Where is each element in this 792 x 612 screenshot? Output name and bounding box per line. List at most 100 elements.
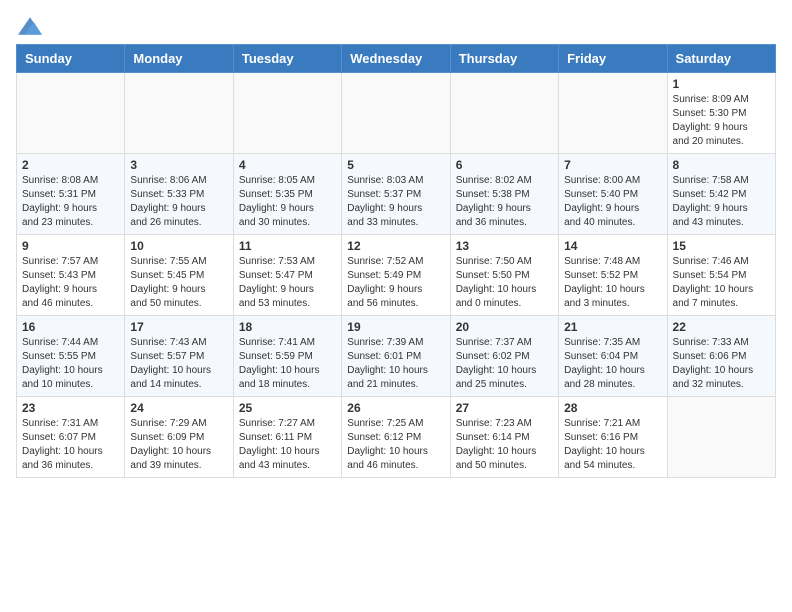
day-number: 9 xyxy=(22,239,119,253)
weekday-header: Friday xyxy=(559,45,667,73)
day-number: 6 xyxy=(456,158,553,172)
calendar-day-cell xyxy=(667,397,775,478)
calendar-day-cell: 11 Sunrise: 7:53 AM Sunset: 5:47 PM Dayli… xyxy=(233,235,341,316)
calendar-day-cell xyxy=(450,73,558,154)
day-number: 23 xyxy=(22,401,119,415)
day-number: 24 xyxy=(130,401,227,415)
day-number: 10 xyxy=(130,239,227,253)
calendar-day-cell xyxy=(233,73,341,154)
calendar-day-cell: 25 Sunrise: 7:27 AM Sunset: 6:11 PM Dayli… xyxy=(233,397,341,478)
day-number: 26 xyxy=(347,401,444,415)
day-info: Sunrise: 7:29 AM Sunset: 6:09 PM Dayligh… xyxy=(130,417,227,473)
calendar-day-cell: 1Sunrise: 8:09 AM Sunset: 5:30 PM Daylig… xyxy=(667,73,775,154)
weekday-header: Sunday xyxy=(17,45,125,73)
calendar-day-cell: 7 Sunrise: 8:00 AM Sunset: 5:40 PM Daylig… xyxy=(559,154,667,235)
page-header xyxy=(16,16,776,36)
day-info: Sunrise: 7:31 AM Sunset: 6:07 PM Dayligh… xyxy=(22,417,119,473)
day-info: Sunrise: 7:27 AM Sunset: 6:11 PM Dayligh… xyxy=(239,417,336,473)
calendar-day-cell: 14 Sunrise: 7:48 AM Sunset: 5:52 PM Dayli… xyxy=(559,235,667,316)
day-info: Sunrise: 7:52 AM Sunset: 5:49 PM Dayligh… xyxy=(347,255,444,311)
day-info: Sunrise: 7:58 AM Sunset: 5:42 PM Dayligh… xyxy=(673,174,770,230)
calendar-day-cell: 22 Sunrise: 7:33 AM Sunset: 6:06 PM Dayli… xyxy=(667,316,775,397)
day-number: 14 xyxy=(564,239,661,253)
day-info: Sunrise: 7:43 AM Sunset: 5:57 PM Dayligh… xyxy=(130,336,227,392)
logo xyxy=(16,16,42,36)
day-number: 12 xyxy=(347,239,444,253)
day-info: Sunrise: 7:21 AM Sunset: 6:16 PM Dayligh… xyxy=(564,417,661,473)
calendar-day-cell: 16Sunrise: 7:44 AM Sunset: 5:55 PM Dayli… xyxy=(17,316,125,397)
day-info: Sunrise: 7:44 AM Sunset: 5:55 PM Dayligh… xyxy=(22,336,119,392)
calendar-header-row: SundayMondayTuesdayWednesdayThursdayFrid… xyxy=(17,45,776,73)
weekday-header: Saturday xyxy=(667,45,775,73)
day-info: Sunrise: 7:33 AM Sunset: 6:06 PM Dayligh… xyxy=(673,336,770,392)
day-number: 13 xyxy=(456,239,553,253)
calendar-day-cell: 9 Sunrise: 7:57 AM Sunset: 5:43 PM Daylig… xyxy=(17,235,125,316)
day-number: 7 xyxy=(564,158,661,172)
calendar-day-cell xyxy=(559,73,667,154)
day-info: Sunrise: 7:57 AM Sunset: 5:43 PM Dayligh… xyxy=(22,255,119,311)
day-info: Sunrise: 7:23 AM Sunset: 6:14 PM Dayligh… xyxy=(456,417,553,473)
day-number: 20 xyxy=(456,320,553,334)
calendar-day-cell: 26 Sunrise: 7:25 AM Sunset: 6:12 PM Dayli… xyxy=(342,397,450,478)
day-number: 2 xyxy=(22,158,119,172)
day-number: 5 xyxy=(347,158,444,172)
day-info: Sunrise: 8:03 AM Sunset: 5:37 PM Dayligh… xyxy=(347,174,444,230)
calendar-week-row: 2 Sunrise: 8:08 AM Sunset: 5:31 PM Daylig… xyxy=(17,154,776,235)
calendar-day-cell: 4 Sunrise: 8:05 AM Sunset: 5:35 PM Daylig… xyxy=(233,154,341,235)
day-number: 4 xyxy=(239,158,336,172)
day-number: 18 xyxy=(239,320,336,334)
day-info: Sunrise: 8:00 AM Sunset: 5:40 PM Dayligh… xyxy=(564,174,661,230)
day-number: 3 xyxy=(130,158,227,172)
weekday-header: Thursday xyxy=(450,45,558,73)
calendar-day-cell: 5 Sunrise: 8:03 AM Sunset: 5:37 PM Daylig… xyxy=(342,154,450,235)
day-info: Sunrise: 7:55 AM Sunset: 5:45 PM Dayligh… xyxy=(130,255,227,311)
calendar-day-cell: 18 Sunrise: 7:41 AM Sunset: 5:59 PM Dayli… xyxy=(233,316,341,397)
logo-icon xyxy=(18,16,42,36)
calendar-day-cell: 15 Sunrise: 7:46 AM Sunset: 5:54 PM Dayli… xyxy=(667,235,775,316)
day-info: Sunrise: 8:09 AM Sunset: 5:30 PM Dayligh… xyxy=(673,93,770,149)
weekday-header: Wednesday xyxy=(342,45,450,73)
calendar-day-cell: 10 Sunrise: 7:55 AM Sunset: 5:45 PM Dayli… xyxy=(125,235,233,316)
calendar-week-row: 16Sunrise: 7:44 AM Sunset: 5:55 PM Dayli… xyxy=(17,316,776,397)
calendar-day-cell: 19Sunrise: 7:39 AM Sunset: 6:01 PM Dayli… xyxy=(342,316,450,397)
weekday-header: Tuesday xyxy=(233,45,341,73)
day-number: 15 xyxy=(673,239,770,253)
calendar-week-row: 1Sunrise: 8:09 AM Sunset: 5:30 PM Daylig… xyxy=(17,73,776,154)
day-info: Sunrise: 7:46 AM Sunset: 5:54 PM Dayligh… xyxy=(673,255,770,311)
day-number: 25 xyxy=(239,401,336,415)
calendar-day-cell: 8 Sunrise: 7:58 AM Sunset: 5:42 PM Daylig… xyxy=(667,154,775,235)
day-number: 22 xyxy=(673,320,770,334)
day-info: Sunrise: 7:53 AM Sunset: 5:47 PM Dayligh… xyxy=(239,255,336,311)
day-info: Sunrise: 7:48 AM Sunset: 5:52 PM Dayligh… xyxy=(564,255,661,311)
calendar-day-cell: 21Sunrise: 7:35 AM Sunset: 6:04 PM Dayli… xyxy=(559,316,667,397)
day-info: Sunrise: 8:08 AM Sunset: 5:31 PM Dayligh… xyxy=(22,174,119,230)
calendar-day-cell: 20 Sunrise: 7:37 AM Sunset: 6:02 PM Dayli… xyxy=(450,316,558,397)
day-number: 21 xyxy=(564,320,661,334)
day-info: Sunrise: 7:50 AM Sunset: 5:50 PM Dayligh… xyxy=(456,255,553,311)
calendar-day-cell: 13 Sunrise: 7:50 AM Sunset: 5:50 PM Dayli… xyxy=(450,235,558,316)
calendar-day-cell xyxy=(17,73,125,154)
calendar-day-cell: 2 Sunrise: 8:08 AM Sunset: 5:31 PM Daylig… xyxy=(17,154,125,235)
calendar-day-cell: 6 Sunrise: 8:02 AM Sunset: 5:38 PM Daylig… xyxy=(450,154,558,235)
day-info: Sunrise: 7:39 AM Sunset: 6:01 PM Dayligh… xyxy=(347,336,444,392)
calendar-day-cell: 23 Sunrise: 7:31 AM Sunset: 6:07 PM Dayli… xyxy=(17,397,125,478)
day-number: 28 xyxy=(564,401,661,415)
calendar-week-row: 23 Sunrise: 7:31 AM Sunset: 6:07 PM Dayli… xyxy=(17,397,776,478)
calendar-day-cell: 24 Sunrise: 7:29 AM Sunset: 6:09 PM Dayli… xyxy=(125,397,233,478)
day-info: Sunrise: 7:41 AM Sunset: 5:59 PM Dayligh… xyxy=(239,336,336,392)
calendar-day-cell: 12 Sunrise: 7:52 AM Sunset: 5:49 PM Dayli… xyxy=(342,235,450,316)
day-number: 17 xyxy=(130,320,227,334)
day-number: 11 xyxy=(239,239,336,253)
weekday-header: Monday xyxy=(125,45,233,73)
day-info: Sunrise: 8:06 AM Sunset: 5:33 PM Dayligh… xyxy=(130,174,227,230)
calendar-table: SundayMondayTuesdayWednesdayThursdayFrid… xyxy=(16,44,776,478)
day-number: 8 xyxy=(673,158,770,172)
calendar-day-cell xyxy=(125,73,233,154)
day-info: Sunrise: 8:05 AM Sunset: 5:35 PM Dayligh… xyxy=(239,174,336,230)
day-info: Sunrise: 7:37 AM Sunset: 6:02 PM Dayligh… xyxy=(456,336,553,392)
calendar-day-cell: 17 Sunrise: 7:43 AM Sunset: 5:57 PM Dayli… xyxy=(125,316,233,397)
calendar-week-row: 9 Sunrise: 7:57 AM Sunset: 5:43 PM Daylig… xyxy=(17,235,776,316)
day-info: Sunrise: 8:02 AM Sunset: 5:38 PM Dayligh… xyxy=(456,174,553,230)
calendar-day-cell: 28 Sunrise: 7:21 AM Sunset: 6:16 PM Dayli… xyxy=(559,397,667,478)
day-info: Sunrise: 7:25 AM Sunset: 6:12 PM Dayligh… xyxy=(347,417,444,473)
